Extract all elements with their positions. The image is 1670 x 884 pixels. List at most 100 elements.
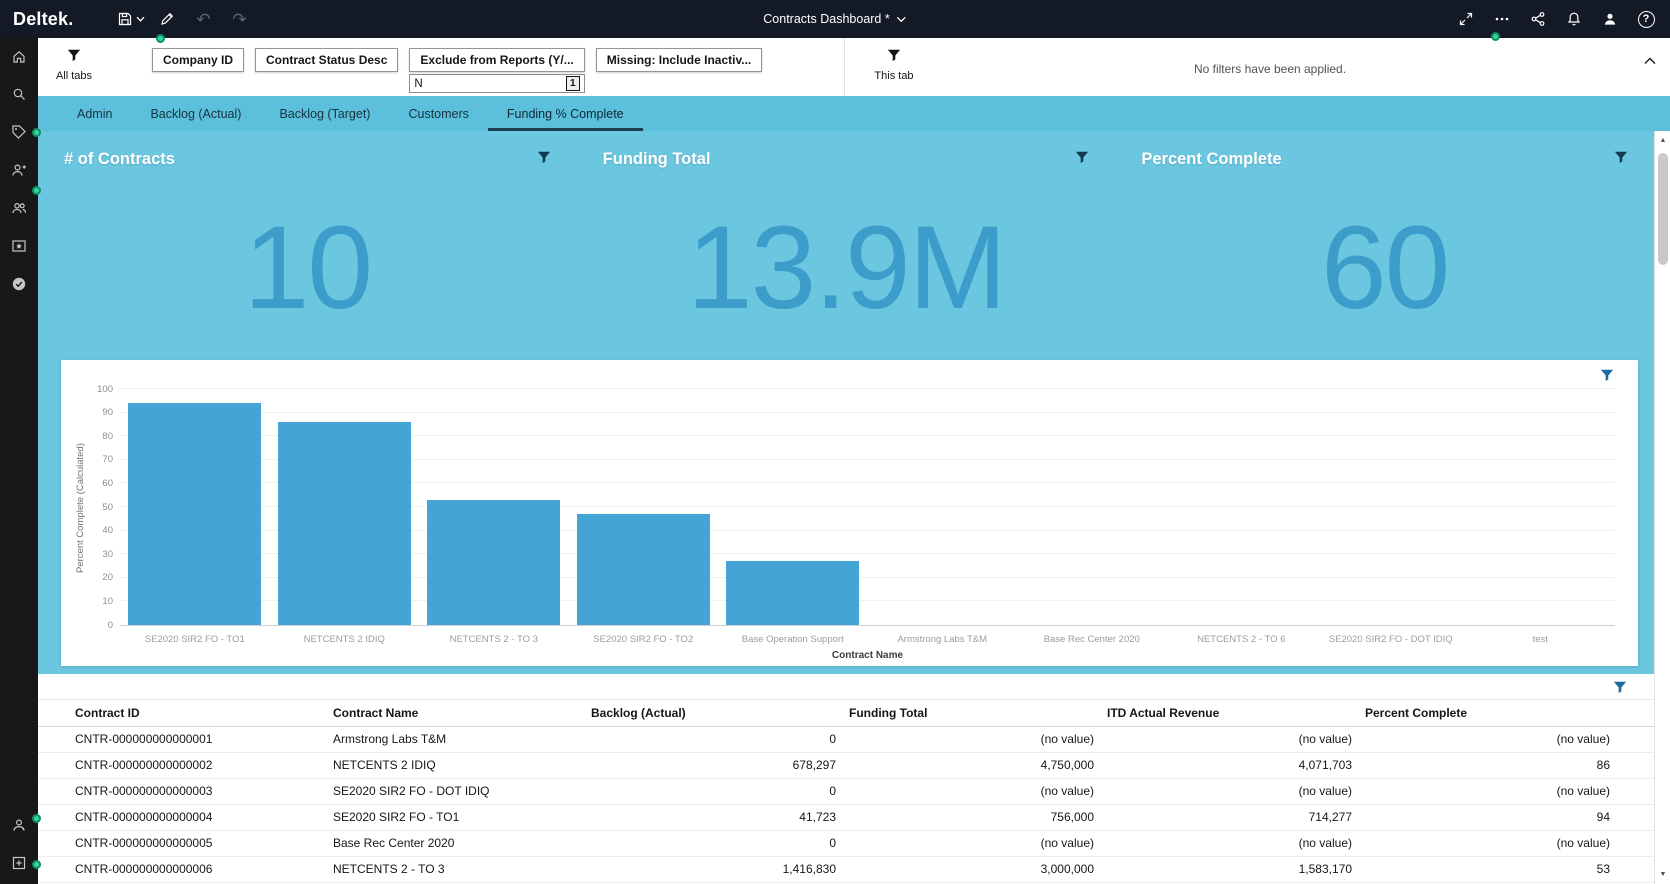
x-axis-category: Base Rec Center 2020	[1017, 634, 1167, 645]
bar-rect[interactable]	[726, 561, 859, 625]
overflow-menu-icon	[1494, 11, 1510, 27]
bar-rect[interactable]	[577, 514, 710, 625]
kpi-percent-complete[interactable]: Percent Complete 60	[1115, 131, 1654, 360]
table-cell: CNTR-000000000000006	[38, 856, 333, 882]
filter-chip-company-id[interactable]: Company ID	[152, 48, 244, 72]
column-header-funding-total[interactable]: Funding Total	[849, 700, 1107, 726]
kpi-title: Percent Complete	[1141, 150, 1281, 169]
x-axis-category: NETCENTS 2 - TO 3	[419, 634, 569, 645]
bar-netcents-2-to-6[interactable]	[1167, 390, 1317, 625]
dashboard-title-menu[interactable]: Contracts Dashboard *	[763, 12, 906, 26]
sidebar-item-favorites[interactable]	[0, 229, 38, 267]
sidebar-item-add-user[interactable]	[0, 153, 38, 191]
kpi-value: 13.9M	[577, 209, 1116, 327]
account-button[interactable]	[1592, 0, 1628, 38]
column-header-contract-id[interactable]: Contract ID	[38, 700, 333, 726]
filter-chip-value: N	[414, 78, 422, 90]
scroll-down-button[interactable]: ▼	[1655, 867, 1670, 882]
bar-rect[interactable]	[128, 403, 261, 625]
table-cell: CNTR-000000000000003	[38, 778, 333, 804]
expand-button[interactable]	[1448, 0, 1484, 38]
bar-chart-widget[interactable]: Percent Complete (Calculated) 0102030405…	[61, 360, 1638, 666]
this-tab-filter-button[interactable]: This tab	[858, 38, 930, 82]
kpi-funding-total[interactable]: Funding Total 13.9M	[577, 131, 1116, 360]
filter-funnel-icon[interactable]	[1600, 368, 1614, 387]
filter-funnel-icon[interactable]	[1075, 150, 1089, 169]
bar-netcents-2-to-3[interactable]	[419, 390, 569, 625]
x-axis-category: SE2020 SIR2 FO - TO2	[569, 634, 719, 645]
tab-customers[interactable]: Customers	[389, 96, 487, 131]
x-axis-category: SE2020 SIR2 FO - TO1	[120, 634, 270, 645]
vertical-scrollbar[interactable]: ▲ ▼	[1654, 131, 1670, 884]
filter-chip-label[interactable]: Exclude from Reports (Y/...	[409, 48, 584, 72]
filter-chip-count-badge: 1	[566, 76, 580, 91]
kpi-number-of-contracts[interactable]: # of Contracts 10	[38, 131, 577, 360]
scroll-up-button[interactable]: ▲	[1655, 133, 1670, 148]
edit-button[interactable]	[149, 0, 185, 38]
no-filters-message: No filters have been applied.	[1194, 62, 1346, 76]
column-header-percent-complete[interactable]: Percent Complete	[1365, 700, 1654, 726]
filter-funnel-icon[interactable]	[1614, 150, 1628, 169]
tab-admin[interactable]: Admin	[58, 96, 131, 131]
column-header-backlog-actual[interactable]: Backlog (Actual)	[591, 700, 849, 726]
filter-chip-exclude-from-reports-y[interactable]: Exclude from Reports (Y/...N1	[409, 48, 584, 93]
table-cell: 678,297	[591, 752, 849, 778]
tag-icon	[11, 124, 27, 145]
green-dot-annotation	[32, 814, 41, 823]
bar-se2020-sir2-fo-to1[interactable]	[120, 390, 270, 625]
table-row[interactable]: CNTR-000000000000005Base Rec Center 2020…	[38, 830, 1654, 856]
table-cell: (no value)	[1365, 830, 1654, 856]
table-row[interactable]: CNTR-000000000000001Armstrong Labs T&M0(…	[38, 726, 1654, 752]
tab-backlog-target[interactable]: Backlog (Target)	[260, 96, 389, 131]
help-button[interactable]: ?	[1628, 0, 1664, 38]
sidebar-item-account-settings[interactable]	[0, 808, 38, 846]
sidebar-item-home[interactable]	[0, 39, 38, 77]
column-header-itd-actual-revenue[interactable]: ITD Actual Revenue	[1107, 700, 1365, 726]
expand-icon	[1458, 11, 1474, 27]
filter-chip-label[interactable]: Missing: Include Inactiv...	[596, 48, 762, 72]
bar-rect[interactable]	[278, 422, 411, 625]
table-cell: SE2020 SIR2 FO - TO1	[333, 804, 591, 830]
filter-chip-input[interactable]: N1	[409, 74, 584, 93]
notifications-button[interactable]	[1556, 0, 1592, 38]
sidebar-item-search[interactable]	[0, 77, 38, 115]
all-tabs-filter-button[interactable]: All tabs	[38, 38, 110, 82]
redo-icon: ↷	[232, 11, 246, 28]
x-axis-category: test	[1466, 634, 1616, 645]
filter-chip-contract-status-desc[interactable]: Contract Status Desc	[255, 48, 398, 72]
filter-chip-label[interactable]: Company ID	[152, 48, 244, 72]
filter-funnel-icon[interactable]	[537, 150, 551, 169]
x-axis-category: NETCENTS 2 - TO 6	[1167, 634, 1317, 645]
table-cell: NETCENTS 2 IDIQ	[333, 752, 591, 778]
save-button[interactable]	[113, 0, 149, 38]
sidebar-item-contacts[interactable]	[0, 191, 38, 229]
table-row[interactable]: CNTR-000000000000002NETCENTS 2 IDIQ678,2…	[38, 752, 1654, 778]
table-row[interactable]: CNTR-000000000000006NETCENTS 2 - TO 31,4…	[38, 856, 1654, 882]
bar-rect[interactable]	[427, 500, 560, 625]
column-header-contract-name[interactable]: Contract Name	[333, 700, 591, 726]
bar-netcents-2-idiq[interactable]	[270, 390, 420, 625]
tab-backlog-actual[interactable]: Backlog (Actual)	[131, 96, 260, 131]
tab-funding-complete[interactable]: Funding % Complete	[488, 96, 643, 131]
redo-button[interactable]: ↷	[221, 0, 257, 38]
table-row[interactable]: CNTR-000000000000003SE2020 SIR2 FO - DOT…	[38, 778, 1654, 804]
y-axis-tick: 100	[97, 384, 113, 394]
share-button[interactable]	[1520, 0, 1556, 38]
bar-armstrong-labs-t-m[interactable]	[868, 390, 1018, 625]
bar-se2020-sir2-fo-to2[interactable]	[569, 390, 719, 625]
undo-button[interactable]: ↶	[185, 0, 221, 38]
scrollbar-thumb[interactable]	[1658, 153, 1668, 265]
bar-test[interactable]	[1466, 390, 1616, 625]
sidebar-item-approvals[interactable]	[0, 267, 38, 305]
bar-base-operation-support[interactable]	[718, 390, 868, 625]
filter-funnel-icon[interactable]	[1613, 680, 1627, 699]
table-row[interactable]: CNTR-000000000000004SE2020 SIR2 FO - TO1…	[38, 804, 1654, 830]
overflow-menu-button[interactable]	[1484, 0, 1520, 38]
filter-chip-label[interactable]: Contract Status Desc	[255, 48, 398, 72]
table-cell: CNTR-000000000000001	[38, 726, 333, 752]
bar-base-rec-center-2020[interactable]	[1017, 390, 1167, 625]
bar-se2020-sir2-fo-dot-idiq[interactable]	[1316, 390, 1466, 625]
filter-chip-missing-include-inactiv[interactable]: Missing: Include Inactiv...	[596, 48, 762, 72]
collapse-filter-panel-button[interactable]	[1644, 52, 1656, 70]
table-cell: 0	[591, 778, 849, 804]
